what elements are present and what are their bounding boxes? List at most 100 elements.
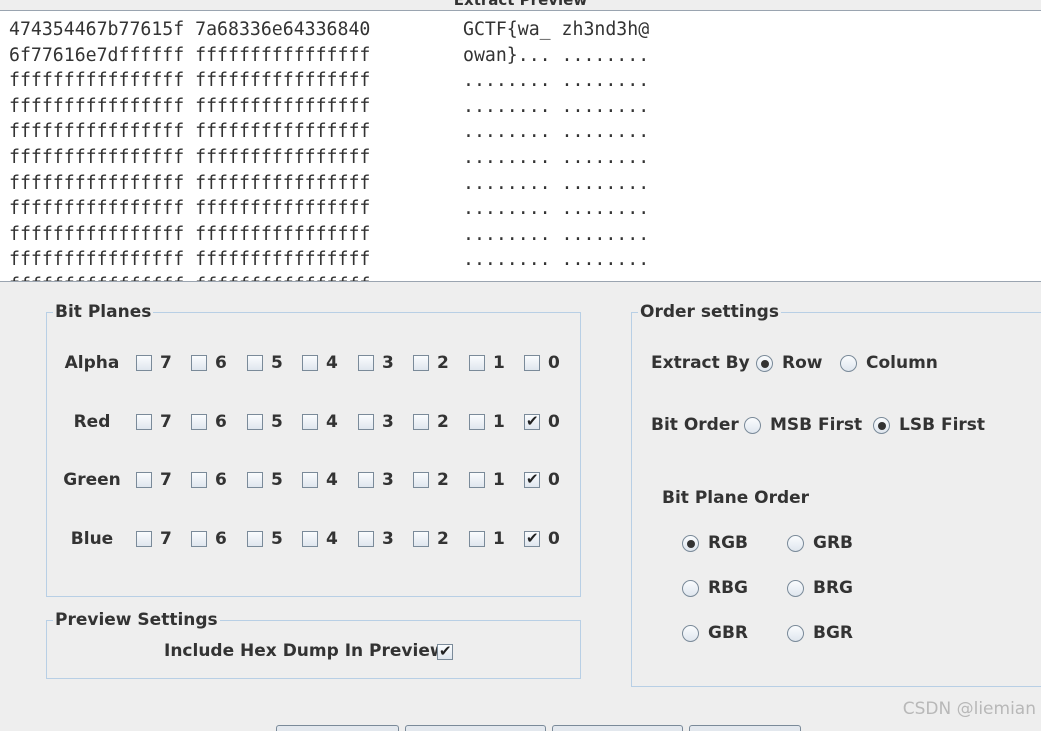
bit-label: 3 — [382, 470, 394, 490]
checkbox-blue-bit-7[interactable] — [136, 531, 152, 547]
bit-plane-order-bgr-radio[interactable] — [787, 625, 804, 642]
bit-label: 2 — [437, 470, 449, 490]
ascii-line: ........ ........ — [463, 146, 650, 168]
bit-label: 2 — [437, 353, 449, 373]
preview-title: Extract Preview — [453, 0, 588, 9]
checkbox-red-bit-5[interactable] — [247, 414, 263, 430]
checkbox-alpha-bit-4[interactable] — [302, 355, 318, 371]
bit-planes-panel: Bit Planes — [46, 302, 581, 597]
bit-label: 2 — [437, 529, 449, 549]
bit-label: 0 — [548, 412, 560, 432]
checkbox-green-bit-4[interactable] — [302, 472, 318, 488]
checkbox-alpha-bit-7[interactable] — [136, 355, 152, 371]
hex-dump-label: Include Hex Dump In Preview — [164, 641, 446, 661]
bit-label: 6 — [215, 353, 227, 373]
bit-label: 7 — [160, 353, 172, 373]
checkbox-red-bit-7[interactable] — [136, 414, 152, 430]
bit-plane-order-rbg-radio[interactable] — [682, 580, 699, 597]
hex-dump-column: 474354467b77615f 7a68336e64336840 6f77616… — [9, 17, 371, 281]
bit-label: 1 — [493, 353, 505, 373]
preview-settings-title: Preview Settings — [55, 610, 218, 630]
bit-label: 5 — [271, 470, 283, 490]
hex-dump-line: ffffffffffffffff ffffffffffffffff — [9, 172, 371, 194]
watermark: CSDN @liemian — [902, 699, 1036, 719]
bit-plane-order-grb-label: GRB — [813, 533, 854, 553]
checkbox-red-bit-6[interactable] — [191, 414, 207, 430]
bit-label: 5 — [271, 353, 283, 373]
hex-dump-line: 6f77616e7dffffff ffffffffffffffff — [9, 44, 371, 66]
button-edge-3[interactable] — [552, 725, 683, 731]
checkbox-green-bit-3[interactable] — [358, 472, 374, 488]
preview-text-area[interactable]: 474354467b77615f 7a68336e64336840 6f77616… — [0, 10, 1041, 282]
hex-dump-line: ffffffffffffffff ffffffffffffffff — [9, 121, 371, 143]
button-edge-4[interactable] — [689, 725, 801, 731]
bit-label: 1 — [493, 470, 505, 490]
checkbox-alpha-bit-2[interactable] — [413, 355, 429, 371]
checkbox-alpha-bit-5[interactable] — [247, 355, 263, 371]
ascii-line: ........ ........ — [463, 273, 649, 281]
button-edge-1[interactable] — [276, 725, 399, 731]
bit-plane-order-gbr-radio[interactable] — [682, 625, 699, 642]
extract-by-row-radio[interactable] — [756, 355, 773, 372]
hex-dump-line: ffffffffffffffff ffffffffffffffff — [9, 249, 371, 271]
checkbox-blue-bit-4[interactable] — [302, 531, 318, 547]
hex-dump-line: ffffffffffffffff ffffffffffffffff — [9, 223, 371, 245]
extract-by-column-radio[interactable] — [840, 355, 857, 372]
hex-dump-line: ffffffffffffffff ffffffffffffffff — [9, 95, 371, 117]
ascii-line: ........ ........ — [463, 223, 650, 245]
bit-plane-order-brg-radio[interactable] — [787, 580, 804, 597]
hex-dump-line: ffffffffffffffff ffffffffffffffff — [9, 273, 370, 281]
ascii-line: ........ ........ — [463, 172, 650, 194]
order-settings-title: Order settings — [640, 302, 779, 322]
ascii-line: ........ ........ — [463, 70, 650, 92]
bit-plane-order-grb-radio[interactable] — [787, 535, 804, 552]
extract-by-label: Extract By — [651, 353, 750, 373]
checkbox-red-bit-1[interactable] — [469, 414, 485, 430]
checkbox-red-bit-2[interactable] — [413, 414, 429, 430]
channel-label-alpha: Alpha — [64, 353, 120, 373]
ascii-line: GCTF{wa_ zh3nd3h@ — [463, 19, 650, 40]
hex-dump-line: ffffffffffffffff ffffffffffffffff — [9, 70, 371, 92]
bit-label: 7 — [160, 412, 172, 432]
bit-label: 1 — [493, 529, 505, 549]
channel-label-red: Red — [73, 412, 111, 432]
hex-dump-line: 474354467b77615f 7a68336e64336840 — [9, 19, 371, 40]
checkbox-green-bit-7[interactable] — [136, 472, 152, 488]
bit-plane-order-brg-label: BRG — [813, 578, 854, 598]
bit-order-lsb-label: LSB First — [899, 415, 986, 435]
checkbox-green-bit-1[interactable] — [469, 472, 485, 488]
checkbox-green-bit-0[interactable]: ✔ — [524, 470, 540, 488]
ascii-line: ........ ........ — [463, 198, 650, 220]
checkbox-blue-bit-0[interactable]: ✔ — [524, 529, 540, 547]
bit-order-label: Bit Order — [651, 415, 739, 435]
extract-by-column-label: Column — [866, 353, 938, 373]
checkbox-alpha-bit-0[interactable] — [524, 355, 540, 371]
checkbox-green-bit-2[interactable] — [413, 472, 429, 488]
checkbox-blue-bit-6[interactable] — [191, 531, 207, 547]
checkbox-blue-bit-2[interactable] — [413, 531, 429, 547]
bit-label: 4 — [326, 353, 338, 373]
hex-dump-line: ffffffffffffffff ffffffffffffffff — [9, 146, 371, 168]
checkbox-alpha-bit-1[interactable] — [469, 355, 485, 371]
hex-dump-checkbox[interactable]: ✔ — [437, 642, 453, 660]
bit-label: 0 — [548, 353, 560, 373]
checkbox-red-bit-4[interactable] — [302, 414, 318, 430]
checkbox-red-bit-3[interactable] — [358, 414, 374, 430]
bit-order-msb-radio[interactable] — [744, 417, 761, 434]
checkbox-green-bit-5[interactable] — [247, 472, 263, 488]
checkbox-green-bit-6[interactable] — [191, 472, 207, 488]
ascii-line: ........ ........ — [463, 121, 650, 143]
bit-label: 4 — [326, 412, 338, 432]
button-edge-2[interactable] — [405, 725, 546, 731]
bit-plane-order-rgb-radio[interactable] — [682, 535, 699, 552]
checkbox-blue-bit-5[interactable] — [247, 531, 263, 547]
ascii-line: ........ ........ — [463, 95, 650, 117]
bit-label: 0 — [548, 529, 560, 549]
bit-label: 6 — [215, 529, 227, 549]
checkbox-blue-bit-3[interactable] — [358, 531, 374, 547]
checkbox-blue-bit-1[interactable] — [469, 531, 485, 547]
checkbox-alpha-bit-3[interactable] — [358, 355, 374, 371]
bit-order-lsb-radio[interactable] — [873, 417, 890, 434]
checkbox-alpha-bit-6[interactable] — [191, 355, 207, 371]
checkbox-red-bit-0[interactable]: ✔ — [524, 412, 540, 430]
